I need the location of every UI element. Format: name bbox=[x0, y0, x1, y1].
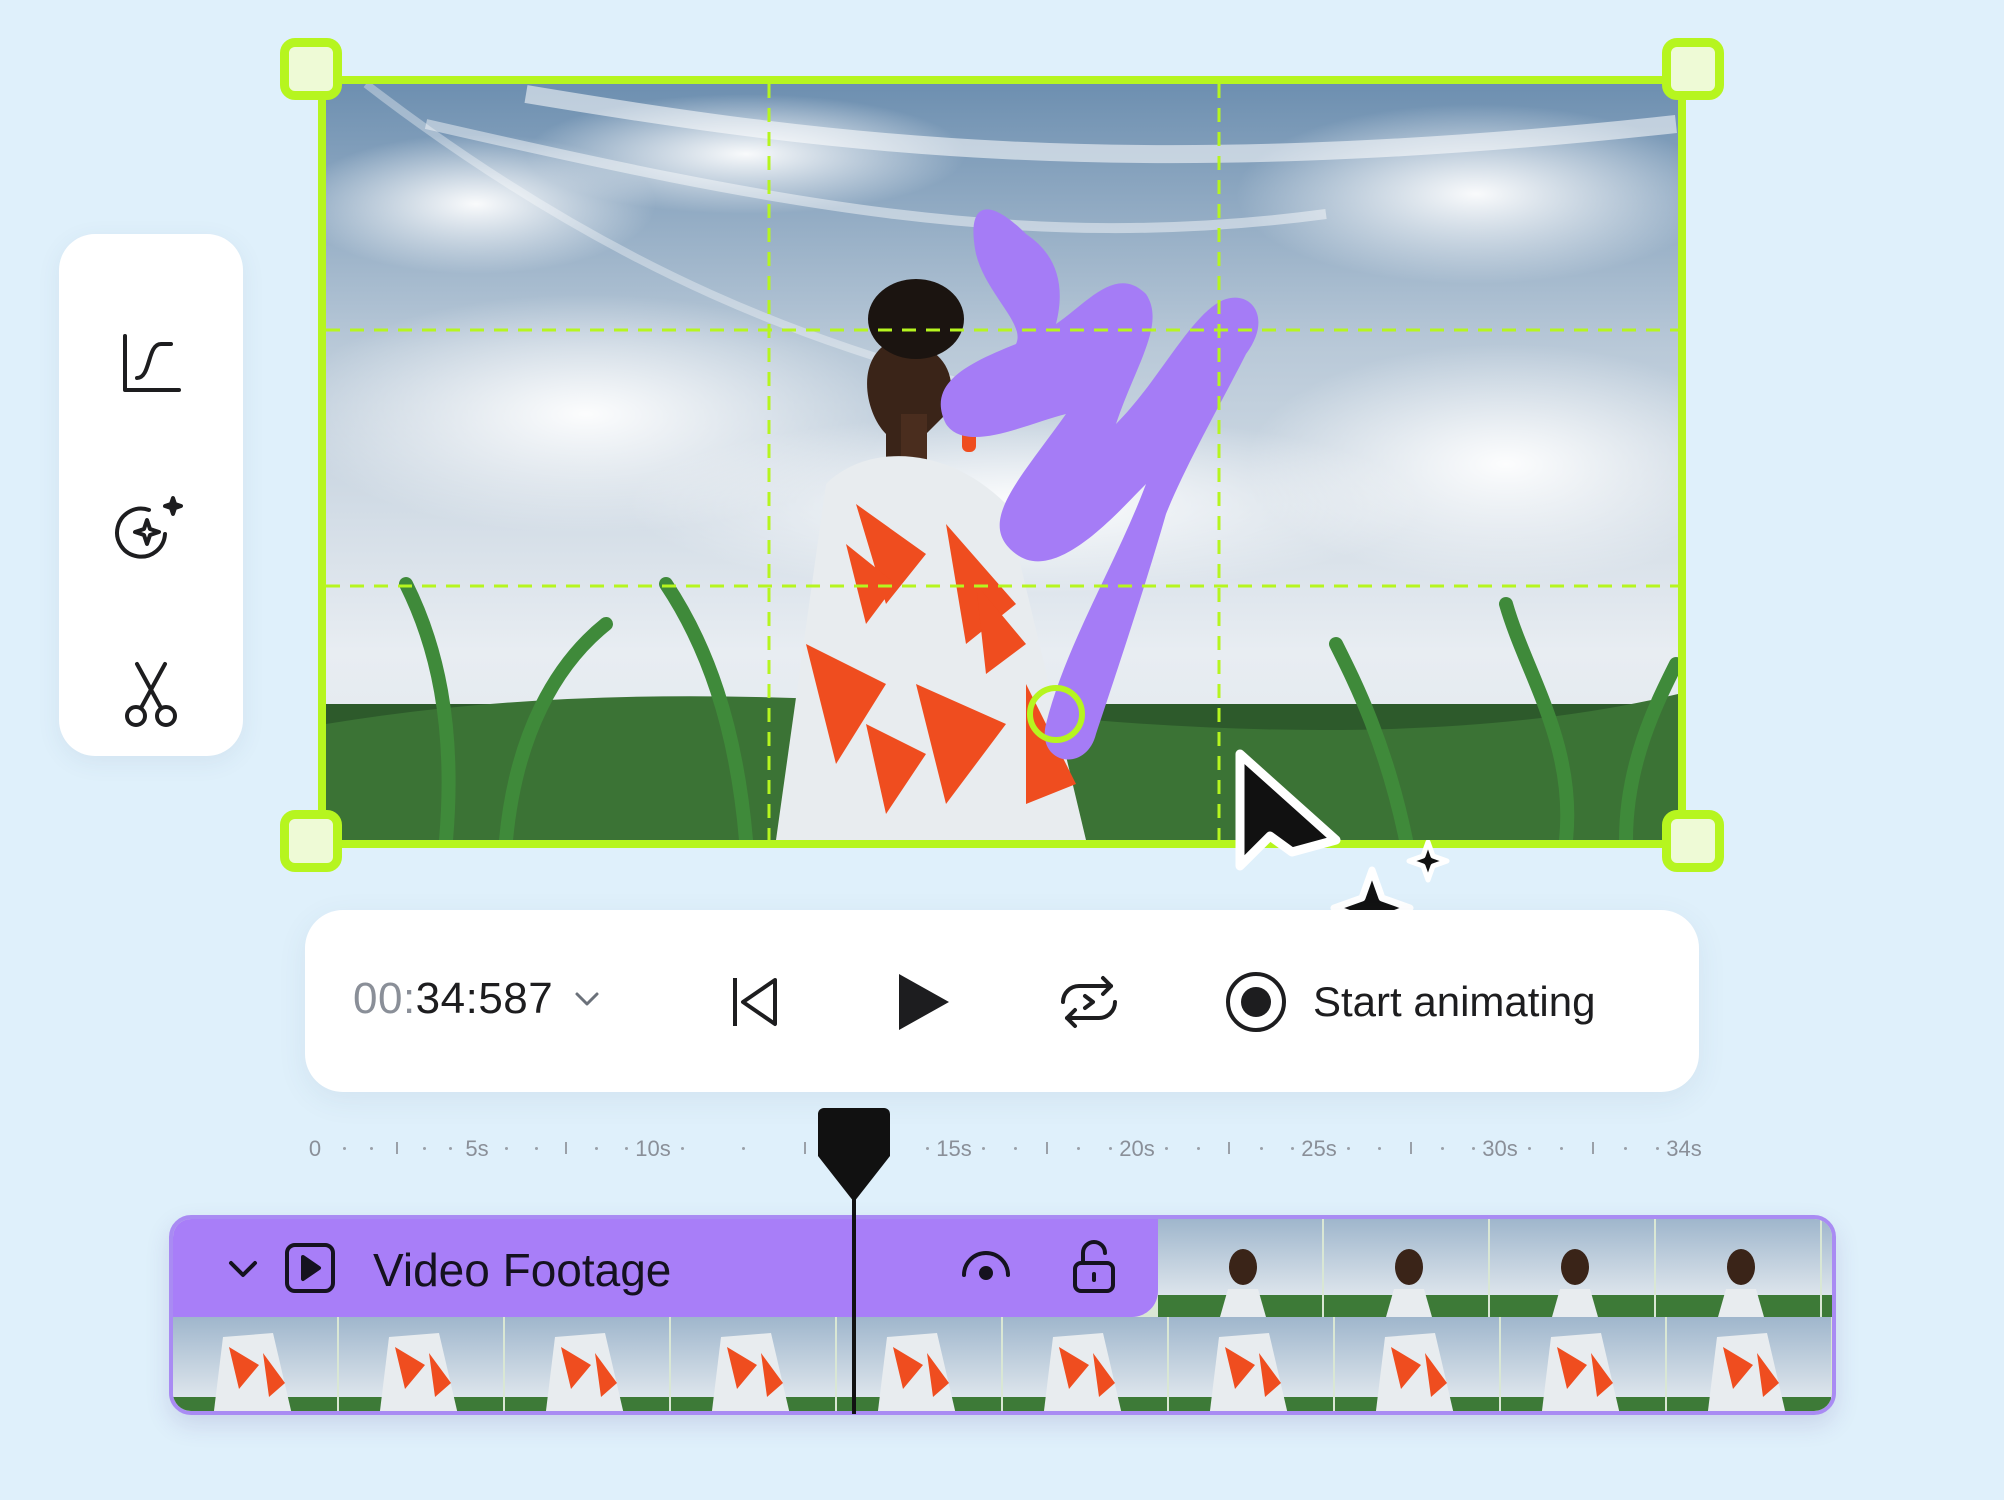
track-thumbnail bbox=[1667, 1317, 1831, 1411]
ruler-tick bbox=[1228, 1142, 1230, 1154]
timecode-value: 34:587 bbox=[415, 974, 554, 1023]
ruler-tick bbox=[1656, 1147, 1659, 1150]
ruler-tick bbox=[1077, 1147, 1081, 1150]
track-header: Video Footage bbox=[173, 1219, 1158, 1317]
timecode-prefix: 00: bbox=[353, 974, 416, 1023]
ruler-label: 15s bbox=[936, 1136, 972, 1161]
ruler-tick bbox=[595, 1147, 598, 1150]
unlock-icon bbox=[1073, 1240, 1115, 1293]
video-frame-image bbox=[326, 84, 1678, 840]
track-thumbnail bbox=[1169, 1317, 1333, 1411]
track-thumbnail bbox=[173, 1317, 337, 1411]
sparkle-refresh-icon bbox=[115, 496, 183, 559]
timeline-ruler[interactable]: 0 5s 10s 15s 20s 25s 30s 34s bbox=[300, 1130, 1720, 1170]
ruler-tick bbox=[1045, 1142, 1048, 1154]
loop-button[interactable] bbox=[1049, 962, 1129, 1042]
ruler-tick bbox=[625, 1147, 628, 1150]
ruler-tick bbox=[1291, 1147, 1294, 1150]
start-animating-label: Start animating bbox=[1313, 978, 1596, 1025]
ruler-tick bbox=[681, 1147, 684, 1150]
start-animating-button[interactable]: Start animating bbox=[1223, 960, 1595, 1044]
ruler-tick bbox=[803, 1142, 806, 1154]
ruler-tick bbox=[1347, 1147, 1350, 1150]
eye-icon bbox=[962, 1251, 1010, 1280]
ruler-tick bbox=[982, 1147, 985, 1150]
scissors-icon bbox=[125, 662, 177, 727]
timecode-dropdown[interactable]: 00: 34:587 bbox=[353, 974, 607, 1024]
ruler-tick bbox=[742, 1147, 746, 1150]
ruler-tick bbox=[1259, 1147, 1263, 1150]
ruler-label: 25s bbox=[1301, 1136, 1337, 1161]
playback-bar: 00: 34:587 Start animating bbox=[305, 910, 1699, 1092]
ruler-tick bbox=[535, 1147, 538, 1150]
resize-handle-bottom-right[interactable] bbox=[1662, 810, 1724, 872]
skip-to-start-button[interactable] bbox=[715, 962, 795, 1042]
ruler-tick bbox=[1528, 1147, 1531, 1150]
ai-effects-tool-button[interactable] bbox=[101, 478, 201, 578]
resize-handle-top-left[interactable] bbox=[280, 38, 342, 100]
track-thumbnail bbox=[1822, 1219, 1832, 1317]
track-thumbnail bbox=[671, 1317, 835, 1411]
track-visibility-button[interactable] bbox=[958, 1243, 1014, 1293]
resize-handle-bottom-left[interactable] bbox=[280, 810, 342, 872]
track-thumbnail bbox=[339, 1317, 503, 1411]
track-thumbnail bbox=[1324, 1219, 1488, 1317]
chevron-down-icon bbox=[575, 992, 599, 1006]
track-thumbnail bbox=[1656, 1219, 1820, 1317]
tool-panel bbox=[59, 234, 243, 756]
track-lock-button[interactable] bbox=[1069, 1239, 1119, 1295]
play-button[interactable] bbox=[883, 962, 963, 1042]
ruler-tick bbox=[1472, 1147, 1475, 1150]
ruler-tick bbox=[1440, 1147, 1444, 1150]
skip-back-icon bbox=[733, 978, 777, 1026]
ruler-tick bbox=[1109, 1147, 1112, 1150]
video-track[interactable]: Video Footage bbox=[169, 1215, 1836, 1415]
cut-tool-button[interactable] bbox=[101, 644, 201, 744]
track-thumbnail bbox=[1335, 1317, 1499, 1411]
loop-icon bbox=[1061, 976, 1117, 1028]
track-thumbnail bbox=[1158, 1219, 1322, 1317]
collapse-track-button[interactable] bbox=[221, 1247, 265, 1291]
ruler-label: 20s bbox=[1119, 1136, 1155, 1161]
track-thumbnail bbox=[505, 1317, 669, 1411]
ruler-label: 5s bbox=[465, 1136, 489, 1161]
track-thumbnail bbox=[1501, 1317, 1665, 1411]
ruler-tick bbox=[1624, 1147, 1627, 1150]
curve-tool-button[interactable] bbox=[101, 312, 201, 412]
ruler-tick bbox=[1378, 1147, 1382, 1150]
ruler-tick bbox=[343, 1147, 346, 1150]
ruler-tick bbox=[1560, 1147, 1563, 1150]
play-icon bbox=[899, 974, 949, 1030]
chevron-down-icon bbox=[229, 1261, 257, 1277]
track-thumbnail bbox=[1833, 1317, 1836, 1415]
ruler-label: 10s bbox=[635, 1136, 671, 1161]
resize-handle-top-right[interactable] bbox=[1662, 38, 1724, 100]
ruler-tick bbox=[369, 1147, 373, 1150]
ruler-tick bbox=[1196, 1147, 1200, 1150]
ruler-tick bbox=[1165, 1147, 1168, 1150]
ruler-tick bbox=[1409, 1142, 1412, 1154]
video-clip-icon bbox=[285, 1243, 335, 1293]
ruler-tick bbox=[1013, 1147, 1017, 1150]
track-thumbnail bbox=[1490, 1219, 1654, 1317]
ruler-tick bbox=[505, 1147, 508, 1150]
ruler-tick bbox=[1592, 1142, 1594, 1154]
curve-icon bbox=[123, 334, 181, 392]
track-thumbnail bbox=[1003, 1317, 1167, 1411]
ruler-label: 30s bbox=[1482, 1136, 1518, 1161]
video-frame-preview bbox=[318, 76, 1686, 848]
ruler-tick bbox=[422, 1147, 426, 1150]
record-icon bbox=[1226, 972, 1286, 1032]
ruler-label: 34s bbox=[1666, 1136, 1702, 1161]
ruler-label: 0 bbox=[308, 1136, 322, 1161]
playhead[interactable] bbox=[816, 1106, 892, 1414]
ruler-tick bbox=[565, 1142, 567, 1154]
ruler-tick bbox=[449, 1147, 452, 1150]
ruler-tick bbox=[926, 1147, 929, 1150]
track-title: Video Footage bbox=[373, 1244, 672, 1296]
video-canvas[interactable] bbox=[280, 38, 1724, 872]
ruler-tick bbox=[396, 1142, 398, 1154]
